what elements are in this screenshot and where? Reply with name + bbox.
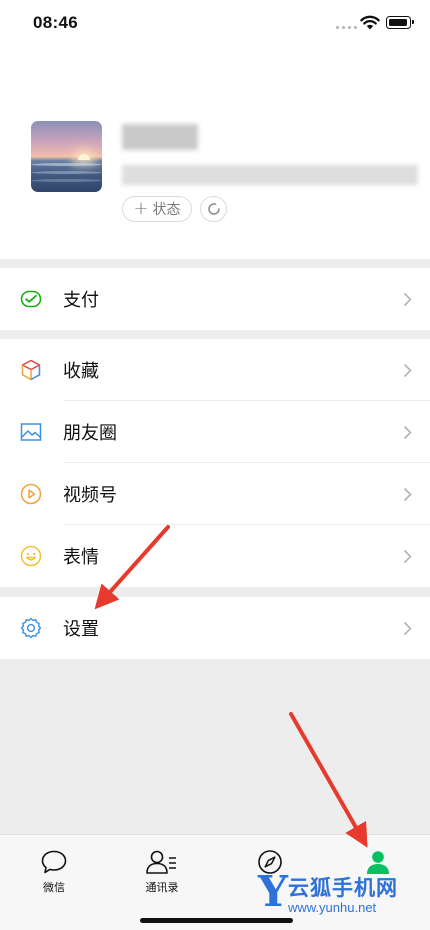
section-settings: 设置 [0,597,430,659]
stickers-smiley-icon [20,545,42,567]
menu-label-pay: 支付 [63,290,99,311]
blurred-wechat-id [122,165,418,185]
menu-item-channels[interactable]: 视频号 [0,463,430,525]
chevron-right-icon [403,487,412,502]
menu-label-stickers: 表情 [63,547,99,568]
avatar[interactable] [31,121,102,192]
status-bar: 08:46 [0,0,430,48]
menu-label-favorites: 收藏 [63,361,99,382]
watermark-title: 云狐手机网 [288,876,398,900]
menu-item-pay[interactable]: 支付 [0,268,430,330]
menu-item-favorites[interactable]: 收藏 [0,339,430,401]
tab-contacts[interactable]: 通讯录 [132,849,192,895]
status-button-label: 状态 [152,202,181,218]
blurred-nickname [122,124,198,150]
pay-icon [20,290,42,308]
plus-icon: + [133,198,149,219]
watermark-y-mark: Y [258,867,288,916]
chat-bubble-icon [41,850,67,874]
menu-item-stickers[interactable]: 表情 [0,525,430,587]
battery-icon [386,16,414,29]
menu-label-moments: 朋友圈 [63,423,117,444]
menu-item-moments[interactable]: 朋友圈 [0,401,430,463]
watermark-url: www.yunhu.net [288,900,377,915]
menu-item-settings[interactable]: 设置 [0,597,430,659]
chevron-right-icon [403,621,412,636]
avatar-sun [78,154,90,160]
chevron-right-icon [403,292,412,307]
chevron-right-icon [403,549,412,564]
moments-picture-icon [20,423,42,441]
channels-play-icon [20,483,42,505]
chevron-right-icon [403,363,412,378]
tab-label-contacts: 通讯录 [145,881,179,894]
arrow-to-me-tab [289,712,368,848]
status-time: 08:46 [33,13,78,32]
contacts-icon [146,850,176,874]
section-content: 收藏 朋友圈 视频号 表情 [0,339,430,587]
refresh-circle-icon [207,203,220,215]
tab-chats[interactable]: 微信 [24,849,84,895]
chevron-right-icon [403,425,412,440]
watermark-logo: Y 云狐手机网 www.yunhu.net [256,870,430,918]
home-indicator [140,918,293,923]
add-status-button[interactable]: + 状态 [122,196,192,222]
menu-label-settings: 设置 [63,619,99,640]
friends-status-button[interactable] [200,196,227,222]
settings-gear-icon [20,617,42,639]
profile-header[interactable]: + 状态 [0,48,430,259]
section-pay: 支付 [0,268,430,330]
wifi-icon [360,15,380,30]
favorites-cube-icon [21,359,41,381]
menu-label-channels: 视频号 [63,485,117,506]
tab-label-chats: 微信 [43,881,65,894]
cellular-signal-icon [336,26,357,29]
